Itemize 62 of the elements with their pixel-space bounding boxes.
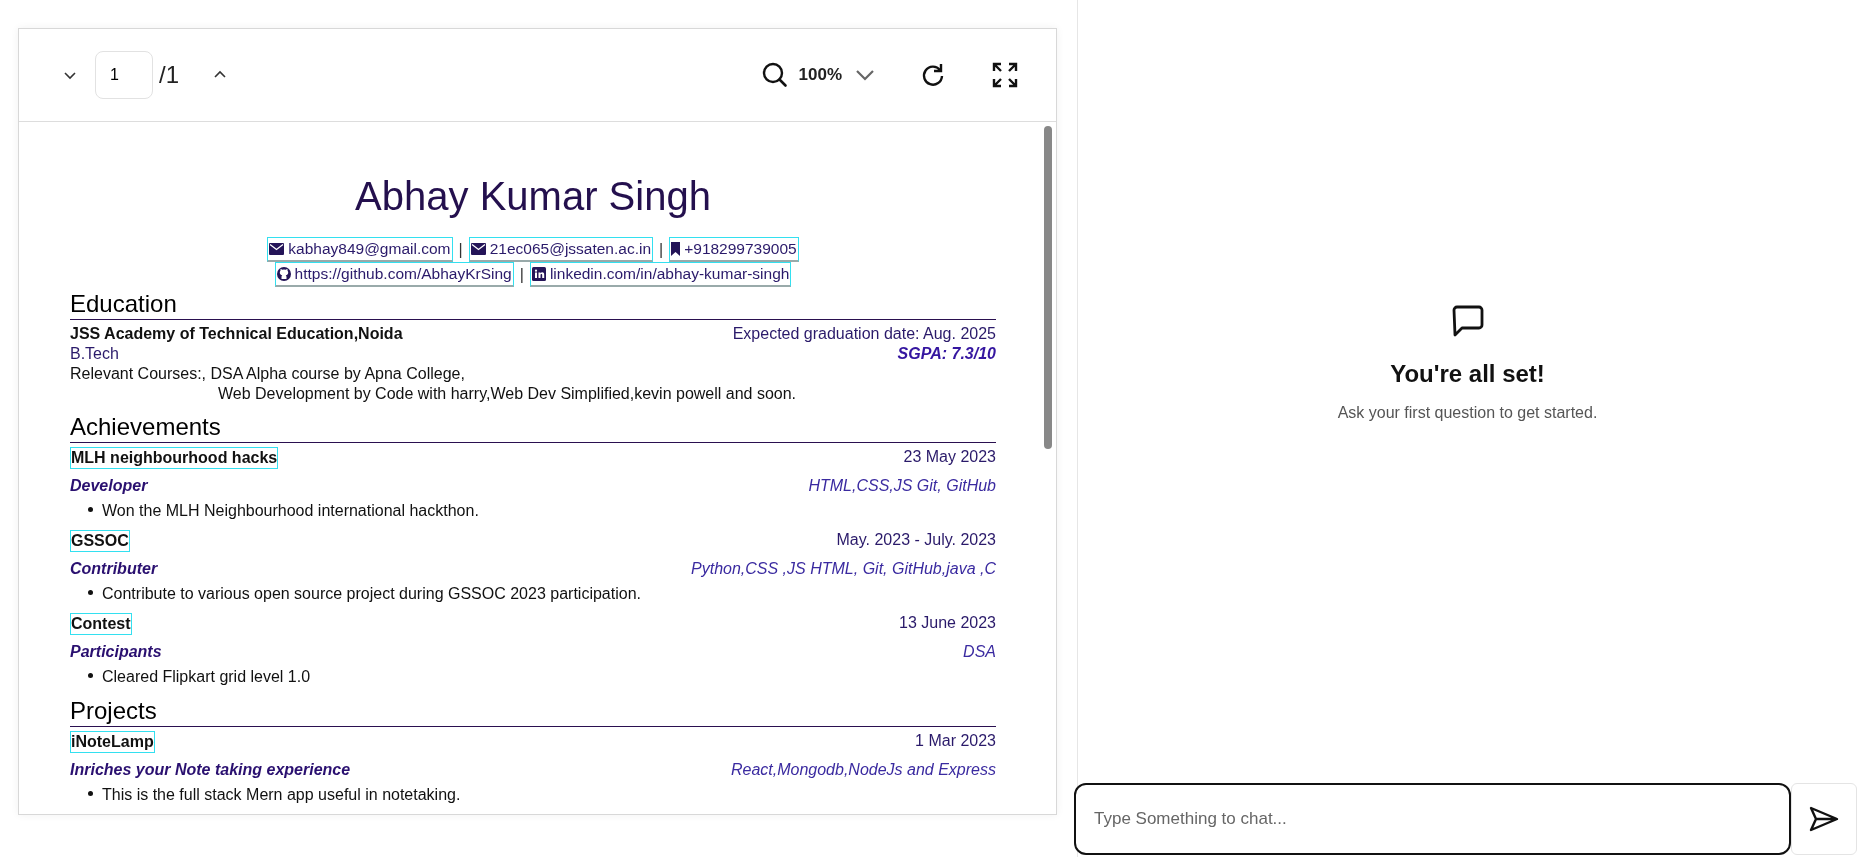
entry-tech: HTML,CSS,JS Git, GitHub bbox=[808, 476, 996, 496]
bullet-icon bbox=[88, 791, 93, 796]
section-heading: Achievements bbox=[70, 412, 996, 443]
entry-role: Inriches your Note taking experience bbox=[70, 760, 351, 780]
entry-date: May. 2023 - July. 2023 bbox=[836, 530, 996, 550]
contact-link[interactable]: 21ec065@jssaten.ac.in bbox=[468, 237, 654, 262]
search-icon[interactable] bbox=[760, 61, 789, 89]
envelope-icon bbox=[269, 243, 285, 255]
separator: | bbox=[659, 239, 664, 260]
entry-role: Developer bbox=[70, 476, 148, 496]
institution-name: JSS Academy of Technical Education,Noida bbox=[70, 324, 403, 344]
contact-link[interactable]: linkedin.com/in/abhay-kumar-singh bbox=[529, 262, 792, 287]
bullet-point: Contribute to various open source project during GSSOC 2023 participation. bbox=[88, 583, 996, 605]
entry-tech: DSA bbox=[963, 642, 996, 662]
chevron-down-icon bbox=[63, 70, 77, 80]
section-heading: Projects bbox=[70, 696, 996, 727]
entry-tech: React,Mongodb,NodeJs and Express bbox=[730, 760, 996, 780]
entry-date: 23 May 2023 bbox=[903, 447, 996, 467]
bullet-point: This is the full stack Mern app useful in notetaking. bbox=[88, 784, 996, 806]
section-heading: Education bbox=[70, 289, 996, 320]
envelope-icon bbox=[470, 243, 486, 255]
empty-state-subtitle: Ask your first question to get started. bbox=[1337, 403, 1598, 422]
bullet-icon bbox=[88, 590, 93, 595]
bullet-point: Cleared Flipkart grid level 1.0 bbox=[88, 666, 996, 688]
entry-tech: Python,CSS ,JS HTML, Git, GitHub,java ,C bbox=[691, 559, 996, 579]
chat-input-field[interactable]: Type Something to chat... bbox=[1074, 783, 1791, 855]
resume-name: Abhay Kumar Singh bbox=[354, 174, 712, 219]
bullet-point: Won the MLH Neighbourhood international hackthon. bbox=[88, 500, 996, 522]
entry-date: 13 June 2023 bbox=[899, 613, 996, 633]
chevron-down-icon[interactable] bbox=[854, 68, 876, 82]
github-icon bbox=[276, 267, 291, 281]
scrollbar-thumb[interactable] bbox=[1044, 126, 1052, 449]
empty-state-title: You're all set! bbox=[1390, 359, 1545, 388]
zoom-level: 100% bbox=[798, 65, 842, 85]
contact-link[interactable]: kabhay849@gmail.com bbox=[267, 237, 453, 262]
page-number-field[interactable]: 1 bbox=[95, 51, 153, 99]
separator: | bbox=[519, 264, 524, 285]
separator: | bbox=[458, 239, 463, 260]
linkedin-icon bbox=[531, 267, 546, 281]
bullet-icon bbox=[88, 673, 93, 678]
entry-title-link[interactable]: Contest bbox=[70, 613, 132, 635]
courses-text: Web Development by Code with harry,Web Dev Simplified,kevin powell and soon. bbox=[217, 384, 798, 404]
entry-title-link[interactable]: GSSOC bbox=[70, 530, 130, 552]
refresh-icon[interactable] bbox=[920, 62, 946, 88]
entry-role: Contributer bbox=[70, 559, 158, 579]
bullet-icon bbox=[88, 507, 93, 512]
contact-link[interactable]: https://github.com/AbhayKrSing bbox=[274, 262, 514, 287]
fullscreen-icon[interactable] bbox=[992, 62, 1018, 88]
send-button[interactable] bbox=[1791, 783, 1857, 855]
page-total: /1 bbox=[159, 61, 179, 89]
send-icon bbox=[1809, 806, 1839, 832]
entry-title-link[interactable]: MLH neighbourhood hacks bbox=[70, 447, 279, 469]
contact-link[interactable]: +918299739005 bbox=[669, 237, 799, 262]
entry-title-link[interactable]: iNoteLamp bbox=[70, 731, 155, 753]
entry-date: 1 Mar 2023 bbox=[915, 731, 996, 751]
degree: B.Tech bbox=[70, 344, 119, 364]
chevron-up-icon bbox=[213, 70, 227, 80]
entry-role: Participants bbox=[70, 642, 162, 662]
grade: SGPA: 7.3/10 bbox=[897, 344, 996, 364]
bookmark-icon bbox=[671, 242, 681, 256]
graduation-date: Expected graduation date: Aug. 2025 bbox=[732, 324, 996, 344]
courses-text: Relevant Courses:, DSA Alpha course by Apna College, bbox=[70, 364, 466, 384]
